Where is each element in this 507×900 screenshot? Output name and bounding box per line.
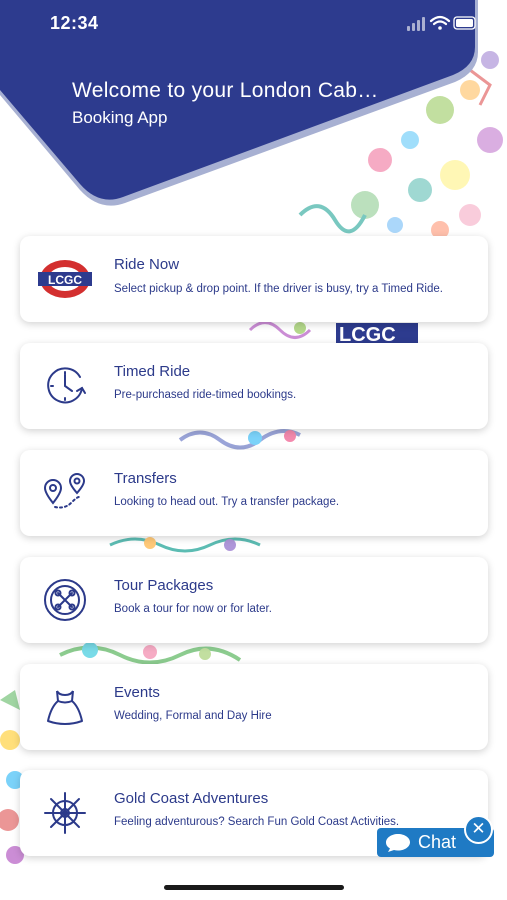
card-description: Select pickup & drop point. If the drive…: [114, 283, 443, 295]
card-title: Timed Ride: [114, 363, 191, 380]
card-title: Gold Coast Adventures: [114, 790, 269, 807]
service-card-timed-ride[interactable]: Timed Ride Pre-purchased ride-timed book…: [20, 343, 488, 429]
card-description: Feeling adventurous? Search Fun Gold Coa…: [114, 816, 400, 828]
service-card-events[interactable]: Events Wedding, Formal and Day Hire: [20, 664, 488, 750]
dress-icon: [38, 680, 92, 734]
status-icons: [407, 15, 476, 31]
chat-bubble-icon: [386, 834, 410, 852]
card-description: Book a tour for now or for later.: [114, 603, 272, 615]
card-title: Ride Now: [114, 256, 180, 273]
card-title: Events: [114, 684, 160, 701]
status-bar: 12:34: [0, 0, 507, 48]
header: Welcome to your London Cab… Booking App: [72, 79, 379, 128]
chat-close-button[interactable]: ✕: [464, 815, 493, 844]
wifi-icon: [429, 15, 451, 30]
status-time: 12:34: [50, 13, 99, 33]
chat-label: Chat: [418, 832, 457, 852]
tour-badge-icon: [38, 573, 92, 627]
service-card-tour-packages[interactable]: Tour Packages Book a tour for now or for…: [20, 557, 488, 643]
home-indicator[interactable]: [164, 885, 344, 890]
signal-icon: [407, 17, 425, 31]
service-card-ride-now[interactable]: LCGC Ride Now Select pickup & drop point…: [20, 236, 488, 322]
card-description: Looking to head out. Try a transfer pack…: [114, 496, 340, 508]
card-description: Wedding, Formal and Day Hire: [114, 710, 272, 722]
service-card-transfers[interactable]: Transfers Looking to head out. Try a tra…: [20, 450, 488, 536]
map-pins-icon: [38, 466, 92, 520]
lcgc-logo-icon: LCGC: [38, 252, 92, 306]
ship-wheel-icon: [38, 786, 92, 840]
card-title: Tour Packages: [114, 577, 214, 594]
clock-icon: [38, 359, 92, 413]
header-title: Welcome to your London Cab…: [72, 79, 379, 102]
svg-text:LCGC: LCGC: [48, 273, 82, 287]
header-subtitle: Booking App: [72, 108, 168, 127]
battery-icon: [453, 16, 476, 30]
card-title: Transfers: [114, 470, 177, 487]
card-description: Pre-purchased ride-timed bookings.: [114, 389, 297, 401]
